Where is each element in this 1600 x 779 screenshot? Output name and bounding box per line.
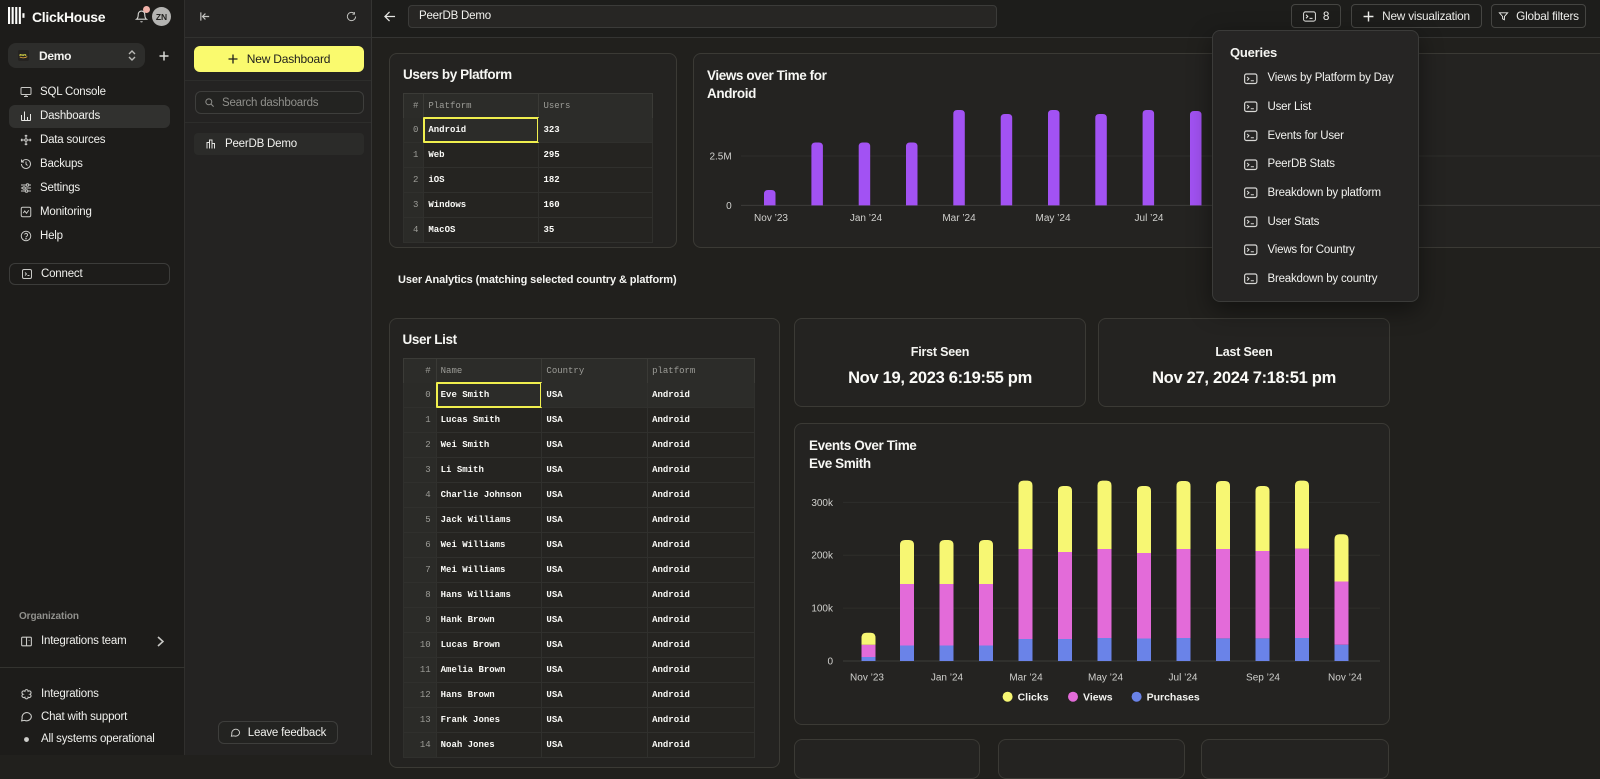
- svg-text:200k: 200k: [811, 551, 834, 562]
- svg-text:0: 0: [726, 201, 732, 212]
- svg-text:Nov ’23: Nov ’23: [754, 213, 788, 224]
- svg-text:aws: aws: [19, 53, 26, 57]
- svg-text:Sep ’24: Sep ’24: [1246, 673, 1280, 684]
- svg-text:300k: 300k: [811, 498, 834, 509]
- svg-text:Nov ’23: Nov ’23: [850, 673, 884, 684]
- svg-text:May ’24: May ’24: [1035, 213, 1070, 224]
- svg-text:Jan ’24: Jan ’24: [850, 213, 883, 224]
- svg-text:100k: 100k: [811, 604, 834, 615]
- svg-text:Mar ’24: Mar ’24: [1009, 673, 1043, 684]
- svg-text:Clicks: Clicks: [1018, 692, 1049, 704]
- svg-text:May ’24: May ’24: [1088, 673, 1123, 684]
- svg-text:Purchases: Purchases: [1147, 692, 1200, 704]
- svg-text:0: 0: [827, 657, 833, 668]
- svg-text:Jul ’24: Jul ’24: [1135, 213, 1164, 224]
- svg-text:Nov ’24: Nov ’24: [1328, 673, 1362, 684]
- svg-text:2.5M: 2.5M: [709, 152, 731, 163]
- svg-text:Mar ’24: Mar ’24: [942, 213, 976, 224]
- svg-text:Jul ’24: Jul ’24: [1169, 673, 1198, 684]
- svg-text:Views: Views: [1083, 692, 1113, 704]
- svg-text:Jan ’24: Jan ’24: [931, 673, 964, 684]
